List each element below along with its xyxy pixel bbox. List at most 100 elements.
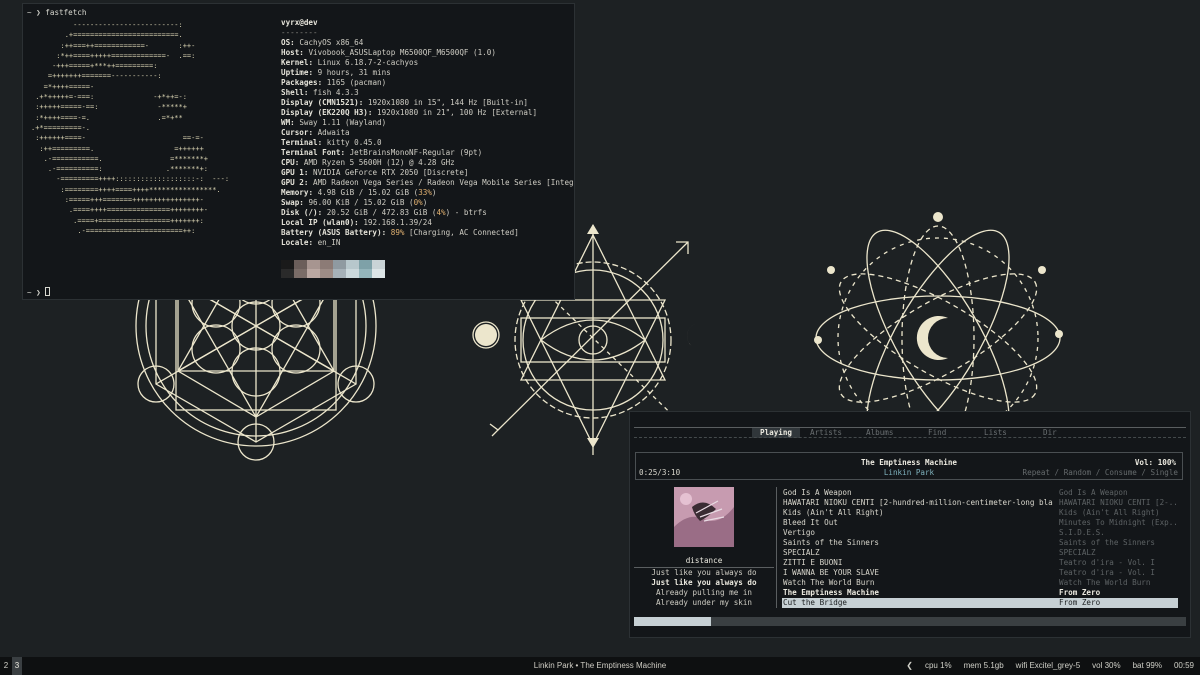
track-album: Minutes To Midnight (Exp... [1059,518,1177,527]
info-value: Vivobook_ASUSLaptop M6500QF_M6500QF (1.0… [308,48,496,57]
queue-row[interactable]: Watch The World Burn Watch The World Burn [782,578,1178,588]
info-colon: : [303,88,314,97]
info-colon: : [290,38,300,47]
volume-readout[interactable]: Vol: 100% [1135,458,1176,467]
info-colon: : [358,98,368,107]
info-colon: : [317,78,327,87]
track-title: Kids (Ain't All Right) [783,508,884,517]
info-value: AMD Radeon Vega Series / Radeon Vega Mob… [313,178,573,187]
info-value: en_IN [317,238,341,247]
queue-row[interactable]: HAWATARI NIOKU CENTI [2-hundred-million-… [782,498,1178,508]
queue-row[interactable]: Cut the Bridge From Zero [782,598,1178,608]
color-swatch [281,260,294,269]
color-swatch [320,260,333,269]
info-key: Host [281,48,300,57]
prompt-symbol: ~ ❯ [27,8,41,17]
info-value: AMD Ryzen 5 5600H (12) @ 4.28 GHz [303,158,455,167]
info-value: NVIDIA GeForce RTX 2050 [Discrete] [313,168,469,177]
queue-row[interactable]: ZITTI E BUONI Teatro d'ira - Vol. I [782,558,1178,568]
info-tail: ) [422,198,428,207]
info-tail: [Charging, AC Connected] [404,228,519,237]
ascii-line: .+*+++++=-===: -+*++=-: [31,93,187,102]
progress-bar[interactable] [634,617,1186,626]
info-value: Sway 1.11 (Wayland) [299,118,387,127]
info-tail: ) - btrfs [445,208,487,217]
lyric-line: Just like you always do [651,568,757,577]
cpu-status[interactable]: cpu 1% [925,657,952,675]
info-colon: : [381,228,391,237]
queue-row[interactable]: Kids (Ain't All Right) Kids (Ain't All Ri… [782,508,1178,518]
queue-row[interactable]: Saints of the Sinners Saints of the Sinne… [782,538,1178,548]
track-album: Kids (Ain't All Right) [1059,508,1160,517]
memory-status[interactable]: mem 5.1gb [964,657,1004,675]
now-playing-box: The Emptiness Machine Linkin Park 0:25/3… [635,452,1183,480]
info-colon: : [308,128,318,137]
track-album: From Zero [1059,588,1101,597]
command-text: fastfetch [45,8,87,17]
info-percent: 0% [413,198,423,207]
wifi-status[interactable]: wifi Excitel_grey-5 [1016,657,1080,675]
info-value: kitty 0.45.0 [326,138,382,147]
ascii-line: .+=========================. [31,31,183,40]
prompt-symbol-2: ~ ❯ [27,288,41,297]
color-swatch [294,260,307,269]
user-host: vyrx@dev [281,18,318,27]
ascii-line: .+*=========-. [31,123,91,132]
ascii-line: -=========++++:::::::::::::::::::-: ---: [31,175,230,184]
track-album: Saints of the Sinners [1059,538,1156,547]
info-key: OS [281,38,291,47]
info-key: Shell [281,88,304,97]
ascii-line: :========++++====++++****************. [31,185,221,194]
ascii-line: .====++++===============++++++++- [31,206,209,215]
track-album: Teatro d'ira - Vol. I [1059,558,1156,567]
info-colon: : [354,218,364,227]
info-value: CachyOS x86_64 [299,38,364,47]
info-key: Local IP (wlan0) [281,218,355,227]
playback-modes[interactable]: Repeat / Random / Consume / Single [1023,468,1178,477]
lyric-line: Already under my skin [655,598,752,607]
queue-row[interactable]: I WANNA BE YOUR SLAVE Teatro d'ira - Vol.… [782,568,1178,578]
info-row: Kernel: Linux 6.18.7-2-cachyos [281,58,573,68]
lyrics-panel: distance Just like you always do Just lik… [634,556,774,608]
music-player-window[interactable]: Playing Artists Albums Find Lists Dir The Emp… [629,411,1191,638]
status-bar: 23 Linkin Park • The Emptiness Machine ❮… [0,657,1200,675]
queue-row[interactable]: God Is A Weapon God Is A Weapon [782,488,1178,498]
command-prompt[interactable]: ~ ❯ [27,287,51,298]
info-row: GPU 1: NVIDIA GeForce RTX 2050 [Discrete… [281,168,573,178]
volume-status[interactable]: vol 30% [1092,657,1120,675]
ascii-line: .====+=================+++++++: [31,216,204,225]
info-colon: : [308,188,318,197]
queue-row[interactable]: SPECIALZ SPECIALZ [782,548,1178,558]
queue-row[interactable]: The Emptiness Machine From Zero [782,588,1178,598]
info-key: CPU [281,158,295,167]
color-swatch [333,260,346,269]
info-row: Packages: 1165 (pacman) [281,78,573,88]
track-title: Watch The World Burn [783,578,875,587]
battery-status[interactable]: bat 99% [1133,657,1162,675]
ascii-line: :*++++====-=. .=*+** [31,113,183,122]
info-value: 4.98 GiB / 15.02 GiB ( [317,188,419,197]
ascii-line: :*++====+++++=============- .==: [31,51,196,60]
color-palette [281,260,385,278]
track-title: HAWATARI NIOKU CENTI [2-hundred-million-… [783,498,1053,507]
playlist-queue[interactable]: God Is A Weapon God Is A Weapon HAWATARI N… [782,488,1178,608]
terminal-window[interactable]: ~ ❯ fastfetch -------------------------:… [22,3,575,300]
lyrics-title: distance [634,556,774,568]
info-row: Display (EK220Q H3): 1920x1080 in 21", 1… [281,108,573,118]
track-title: SPECIALZ [783,548,820,557]
info-row: Swap: 96.00 KiB / 15.02 GiB (0%) [281,198,573,208]
ascii-line: =*++++=====- [31,82,95,91]
info-key: Uptime [281,68,309,77]
ascii-line: :+++++=====-==: -*****+ [31,103,187,112]
queue-row[interactable]: Vertigo S.I.D.E.S. [782,528,1178,538]
info-key: GPU 2 [281,178,304,187]
info-colon: : [294,158,304,167]
info-row: Display (CMN1521): 1920x1080 in 15", 144… [281,98,573,108]
chevron-left-icon[interactable]: ❮ [906,657,913,675]
info-row: CPU: AMD Ryzen 5 5600H (12) @ 4.28 GHz [281,158,573,168]
lyric-line: Already pulling me in [655,588,752,597]
color-swatch [359,260,372,269]
queue-row[interactable]: Bleed It Out Minutes To Midnight (Exp... [782,518,1178,528]
track-album: Watch The World Burn [1059,578,1151,587]
clock[interactable]: 00:59 [1174,657,1194,675]
